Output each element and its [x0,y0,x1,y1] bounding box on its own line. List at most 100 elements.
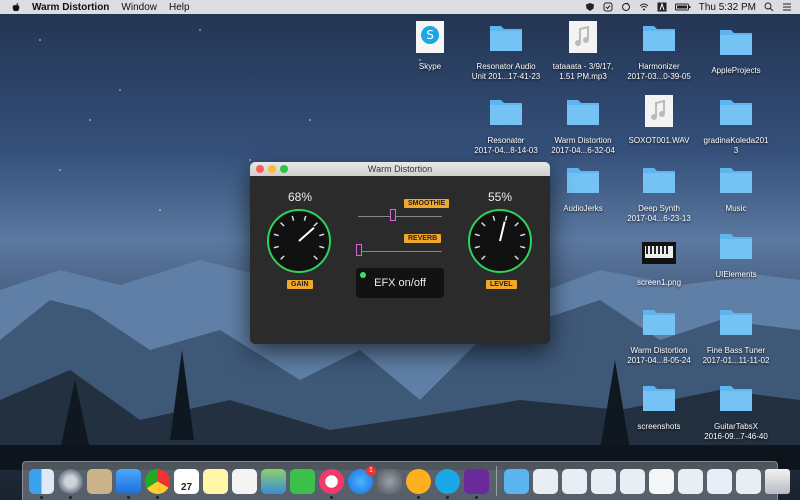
preview-icon[interactable] [261,468,286,494]
desktop-icon-folder[interactable]: gradinaKoleda201 3 [694,94,778,156]
minimize-button[interactable] [268,165,276,173]
folder-icon [643,26,675,51]
desktop-icon-image[interactable]: screen1.png [617,236,701,288]
system-preferences-icon[interactable] [377,468,402,494]
menu-help[interactable]: Help [169,2,190,13]
app-store-badge: 1 [366,465,376,476]
level-value: 55% [488,190,513,204]
warm-distortion-app-icon[interactable] [464,468,489,499]
wifi-icon[interactable] [639,2,649,12]
media-app-icon[interactable] [406,468,431,499]
gain-knob[interactable] [266,208,332,274]
desktop-icon-label: Resonator Audio Unit 201...17-41-23 [471,62,541,81]
efx-toggle-button[interactable]: EFX on/off [356,268,444,298]
menu-app-name[interactable]: Warm Distortion [32,2,109,13]
zoom-button[interactable] [280,165,288,173]
desktop-icon-label: AudioJerks [563,204,603,213]
window-thumbnail-icon[interactable] [678,468,703,494]
dock: 27 1 [22,461,790,500]
plugin-window[interactable]: Warm Distortion 68% GAIN SMOOTHIE REVERB… [250,162,550,344]
skype-icon[interactable] [435,468,460,499]
menu-window[interactable]: Window [121,2,157,13]
gain-label: GAIN [287,280,313,289]
folder-stack-icon[interactable] [504,468,529,494]
window-thumbnail-icon[interactable] [736,468,761,494]
chrome-icon[interactable] [145,468,170,499]
close-button[interactable] [256,165,264,173]
folder-icon [567,168,599,193]
menu-bar: Warm Distortion Window Help Thu 5:32 PM [0,0,800,14]
audio-icon [569,21,597,53]
desktop-icon-label: Music [725,204,747,213]
desktop-icon-folder[interactable]: Resonator Audio Unit 201...17-41-23 [464,20,548,82]
window-thumbnail-icon[interactable] [707,468,732,494]
desktop-icon-label: UIElements [715,270,757,279]
desktop-icon-folder[interactable]: GuitarTabsX 2016-09...7-46-40 [694,380,778,442]
reverb-label: REVERB [404,234,442,243]
desktop-icon-audio[interactable]: tataaata - 3/9/17, 1.51 PM.mp3 [541,20,625,82]
level-knob[interactable] [467,208,533,274]
desktop-icon-folder[interactable]: AppleProjects [694,24,778,76]
window-thumbnail-icon[interactable] [562,468,587,494]
window-thumbnail-icon[interactable] [649,468,674,494]
desktop-icon-audio[interactable]: SOXOT001.WAV [617,94,701,146]
sync-icon[interactable] [621,2,631,12]
desktop-icon-label: gradinaKoleda201 3 [703,136,769,155]
desktop-icon-folder[interactable]: Fine Bass Tuner 2017-01...11-11-02 [694,304,778,366]
folder-icon [490,100,522,125]
desktop-icon-label: screen1.png [636,278,682,287]
check-icon[interactable] [603,2,613,12]
folder-icon [720,234,752,259]
xcode-icon[interactable] [116,468,141,499]
desktop-icon-folder[interactable]: Music [694,162,778,214]
desktop-icon-label: Warm Distortion 2017-04...6-32-04 [551,136,615,155]
keyboard-input-icon[interactable] [657,2,667,12]
desktop-icon-folder[interactable]: Warm Distortion 2017-04...8-05-24 [617,304,701,366]
reverb-slider-track[interactable] [358,251,442,252]
calendar-icon[interactable]: 27 [174,468,199,494]
desktop-icon-folder[interactable]: Warm Distortion 2017-04...6-32-04 [541,94,625,156]
level-label: LEVEL [486,280,517,289]
reminders-icon[interactable] [232,468,257,494]
notes-app-icon[interactable] [87,468,112,494]
itunes-icon[interactable] [319,468,344,499]
smoothie-slider-thumb[interactable] [389,209,396,221]
stickies-icon[interactable] [203,468,228,494]
desktop-icon-folder[interactable]: Harmonizer 2017-03...0-39-05 [617,20,701,82]
clock[interactable]: Thu 5:32 PM [699,2,756,13]
dock-separator [496,466,497,496]
desktop-icon-folder[interactable]: AudioJerks [541,162,625,214]
finder-icon[interactable] [29,468,54,499]
smoothie-slider-track[interactable] [358,216,442,217]
efx-status-led [360,272,366,278]
desktop-icon-folder[interactable]: UIElements [694,228,778,280]
calendar-day: 27 [180,481,193,493]
window-thumbnail-icon[interactable] [533,468,558,494]
apple-logo-icon[interactable] [10,2,22,12]
battery-icon[interactable] [674,2,691,12]
desktop-icon-folder[interactable]: Deep Synth 2017-04...6-23-13 [617,162,701,224]
desktop-icon-label: tataaata - 3/9/17, 1.51 PM.mp3 [552,62,614,81]
desktop-icon-label: screenshots [637,422,681,431]
launchpad-icon[interactable] [58,468,83,499]
desktop-icon-label: Resonator 2017-04...8-14-03 [474,136,538,155]
trash-icon[interactable] [765,468,790,494]
reverb-slider-thumb[interactable] [356,244,362,256]
app-store-icon[interactable]: 1 [348,465,376,494]
spotlight-search-icon[interactable] [764,2,774,12]
desktop-icon-app[interactable]: S Skype [388,20,472,72]
app-icon: S [416,21,444,53]
facetime-icon[interactable] [290,468,315,494]
folder-icon [490,26,522,51]
desktop-icon-folder[interactable]: screenshots [617,380,701,432]
window-thumbnail-icon[interactable] [591,468,616,494]
desktop-icon-label: Deep Synth 2017-04...6-23-13 [627,204,691,223]
svg-text:S: S [426,28,434,42]
window-thumbnail-icon[interactable] [620,468,645,494]
shield-icon[interactable] [585,2,595,12]
desktop-icon-label: GuitarTabsX 2016-09...7-46-40 [704,422,768,441]
desktop-icon-folder[interactable]: Resonator 2017-04...8-14-03 [464,94,548,156]
window-titlebar[interactable]: Warm Distortion [250,162,550,176]
folder-icon [720,100,752,125]
notification-center-icon[interactable] [782,2,792,12]
